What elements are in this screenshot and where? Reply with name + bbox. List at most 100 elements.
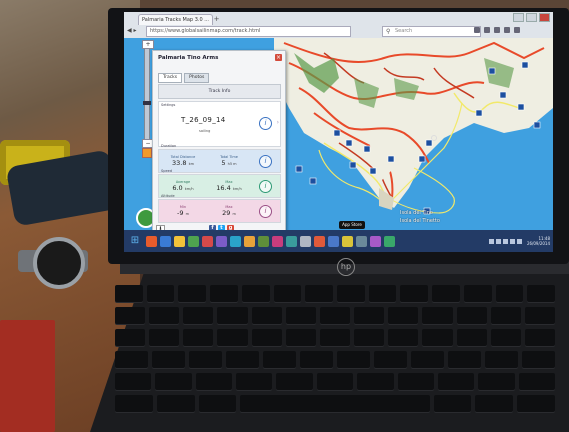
app-icon[interactable] [244,235,255,247]
altitude-min-value: -9 [177,209,184,217]
tray-icon[interactable] [495,238,501,244]
system-tray: 11:48 26/09/2014 [488,236,550,246]
browser-toolbar-icons [474,27,520,33]
app-icon[interactable] [258,235,269,247]
ie-icon[interactable] [160,235,171,247]
taskbar-apps [146,235,395,247]
total-distance-unit: km [188,162,194,166]
clock-date: 26/09/2014 [526,241,550,246]
app-store-badge[interactable]: App Store [339,221,365,229]
firefox-icon[interactable] [146,235,157,247]
close-icon[interactable]: × [275,54,282,61]
info-icon[interactable]: i [259,117,272,130]
tab-tracks[interactable]: Tracks [158,73,183,83]
app-icon[interactable] [230,235,241,247]
windows-taskbar: ⊞ 11:48 26/09/2014 [124,230,553,252]
app-icon[interactable] [286,235,297,247]
speed-label: Speed [161,169,172,173]
app-icon[interactable] [328,235,339,247]
layer-toggle-icon[interactable] [142,148,152,158]
speed-max: Max 16.4 km/h [209,180,249,192]
zoom-in-icon[interactable]: + [142,40,154,49]
altitude-label: Altitude [161,194,175,198]
red-notebook [0,320,55,432]
speed-average-value: 6.0 [172,184,183,192]
app-icon[interactable] [314,235,325,247]
speed-max-value: 16.4 [216,184,231,192]
maximize-icon[interactable] [526,13,537,22]
back-forward-icon[interactable]: ◀ ▸ [127,26,137,35]
map-label-tino: Isola del Tino [400,210,433,216]
new-tab-icon[interactable]: + [212,15,221,24]
info-icon[interactable]: i [259,205,272,218]
windows-start-icon[interactable]: ⊞ [128,234,142,248]
speed-section: Speed Average 6.0 km/h Max 16.4 km/h i [158,169,281,198]
clock[interactable]: 11:48 26/09/2014 [527,236,550,246]
duration-section: Duration Total Distance 33.8 km Total Ti… [158,144,281,173]
tray-icon[interactable] [502,238,508,244]
laptop-screen: Palmaria Tracks Map 3.0 ... + ◀ ▸ https:… [124,12,553,252]
zoom-slider-handle[interactable] [143,101,151,105]
info-icon[interactable]: i [259,180,272,193]
star-icon[interactable] [474,27,480,33]
wristwatch [18,232,88,292]
app-icon[interactable] [356,235,367,247]
total-time-value: 5 [221,159,226,167]
bookmarks-icon[interactable] [484,27,490,33]
photo-scene: hp Palmaria Tracks Map 3.0 ... + ◀ ▸ htt… [0,0,569,432]
keyboard [115,285,556,425]
search-icon: ⚲ [386,28,391,35]
browser-tab[interactable]: Palmaria Tracks Map 3.0 ... [138,14,213,25]
watch-face [33,237,85,289]
total-distance-value: 33.8 [172,159,187,167]
chevron-right-icon[interactable]: › [277,119,279,126]
settings-section: Settings T_26_09_14 sailing i › [158,101,281,147]
search-placeholder: Search [395,28,413,34]
altitude-max-unit: m [232,212,236,216]
altitude-max: Max 29 m [209,205,249,217]
altitude-max-value: 29 [222,209,231,217]
info-icon[interactable]: i [259,155,272,168]
speed-average-unit: km/h [184,187,194,191]
tab-photos[interactable]: Photos [184,73,210,83]
zoom-slider[interactable]: + − [142,40,154,148]
duration-label: Duration [161,144,177,148]
window-controls [513,13,550,22]
app-icon[interactable] [370,235,381,247]
app-icon[interactable] [384,235,395,247]
total-time-unit: h5 m [227,162,237,166]
track-info-button[interactable]: Track Info [158,84,281,99]
track-name: T_26_09_14 [181,116,226,124]
altitude-min: Min -9 m [163,205,203,217]
download-icon[interactable] [494,27,500,33]
app-icon[interactable] [202,235,213,247]
minimize-icon[interactable] [513,13,524,22]
altitude-section: Altitude Min -9 m Max 29 m i [158,194,281,223]
browser-toolbar: Palmaria Tracks Map 3.0 ... + ◀ ▸ https:… [124,12,553,39]
app-icon[interactable] [300,235,311,247]
home-icon[interactable] [504,27,510,33]
speed-max-unit: km/h [232,187,242,191]
map-label-tinetto: Isola del Tinetto [400,218,440,224]
close-icon[interactable] [539,13,550,22]
total-distance: Total Distance 33.8 km [163,155,203,167]
app-icon[interactable] [188,235,199,247]
altitude-min-unit: m [185,212,189,216]
volume-icon[interactable] [509,238,515,244]
app-icon[interactable] [342,235,353,247]
network-icon[interactable] [516,238,522,244]
menu-icon[interactable] [514,27,520,33]
panel-tabs: Tracks Photos [158,73,210,83]
speed-average: Average 6.0 km/h [163,180,203,192]
address-bar[interactable]: https://www.globalsailinmap.com/track.ht… [146,26,351,37]
settings-label: Settings [161,103,176,107]
hp-logo: hp [337,258,355,276]
folder-icon[interactable] [174,235,185,247]
app-icon[interactable] [216,235,227,247]
track-type: sailing [199,129,211,133]
app-icon[interactable] [272,235,283,247]
tray-icon[interactable] [488,238,494,244]
total-time: Total Time 5 h5 m [209,155,249,167]
search-input[interactable]: ⚲ Search [382,26,481,37]
track-info-panel: Palmaria Tino Arms × Tracks Photos Track… [152,50,286,236]
